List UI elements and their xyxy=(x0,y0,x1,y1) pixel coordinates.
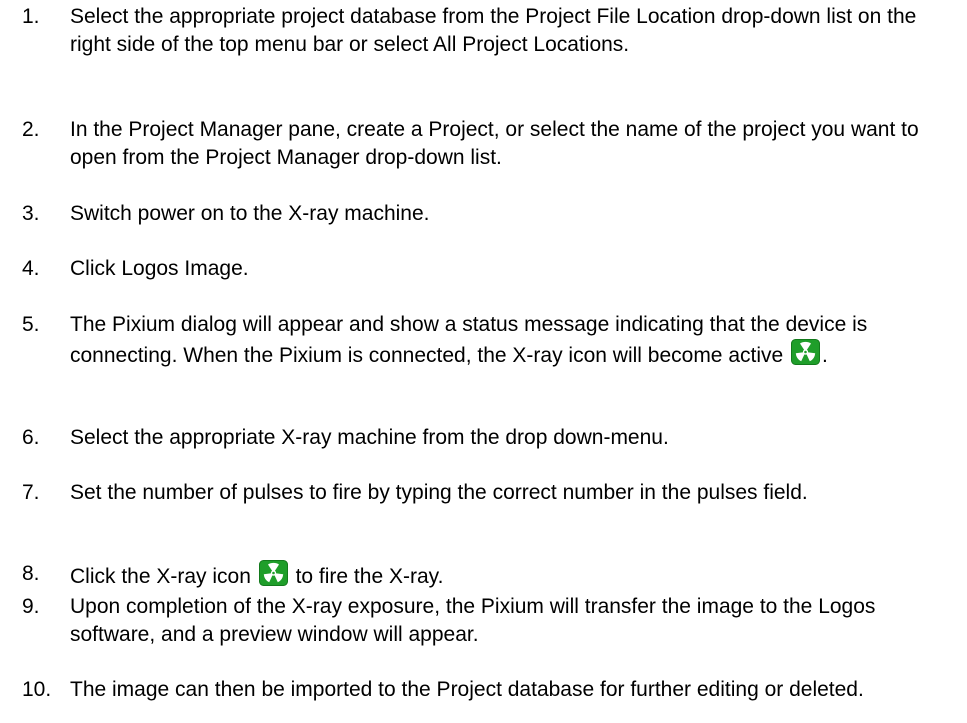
xray-icon xyxy=(791,339,821,365)
step-number: 9. xyxy=(22,595,40,618)
step-text: Upon completion of the X-ray exposure, t… xyxy=(70,595,876,646)
step-text: Switch power on to the X-ray machine. xyxy=(70,202,430,225)
step-text: Click the X-ray icon to fire the X-ray. xyxy=(70,560,955,591)
xray-icon xyxy=(258,560,288,586)
step-text: Select the appropriate X-ray machine fro… xyxy=(70,426,669,449)
step-text: Click Logos Image. xyxy=(70,257,249,280)
instruction-list: 1. Select the appropriate project databa… xyxy=(0,0,967,723)
step-text: Select the appropriate project database … xyxy=(70,5,917,56)
step-text-after-icon: . xyxy=(822,344,828,367)
step-number: 7. xyxy=(22,481,40,504)
step-text-after-icon: to fire the X-ray. xyxy=(295,565,444,588)
step-text: The Pixium dialog will appear and show a… xyxy=(70,311,955,370)
step-text-before-icon: The Pixium dialog will appear and show a… xyxy=(70,313,868,367)
step-text: Set the number of pulses to fire by typi… xyxy=(70,481,808,504)
step-number: 10. xyxy=(22,678,52,701)
step-number: 1. xyxy=(22,5,40,28)
step-number: 4. xyxy=(22,257,40,280)
step-text: In the Project Manager pane, create a Pr… xyxy=(70,118,919,169)
step-number: 8. xyxy=(22,562,40,585)
step-number: 6. xyxy=(22,426,40,449)
step-text-before-icon: Click the X-ray icon xyxy=(70,565,251,588)
step-text: The image can then be imported to the Pr… xyxy=(70,678,864,701)
step-number: 5. xyxy=(22,313,40,336)
step-number: 2. xyxy=(22,118,40,141)
step-number: 3. xyxy=(22,202,40,225)
